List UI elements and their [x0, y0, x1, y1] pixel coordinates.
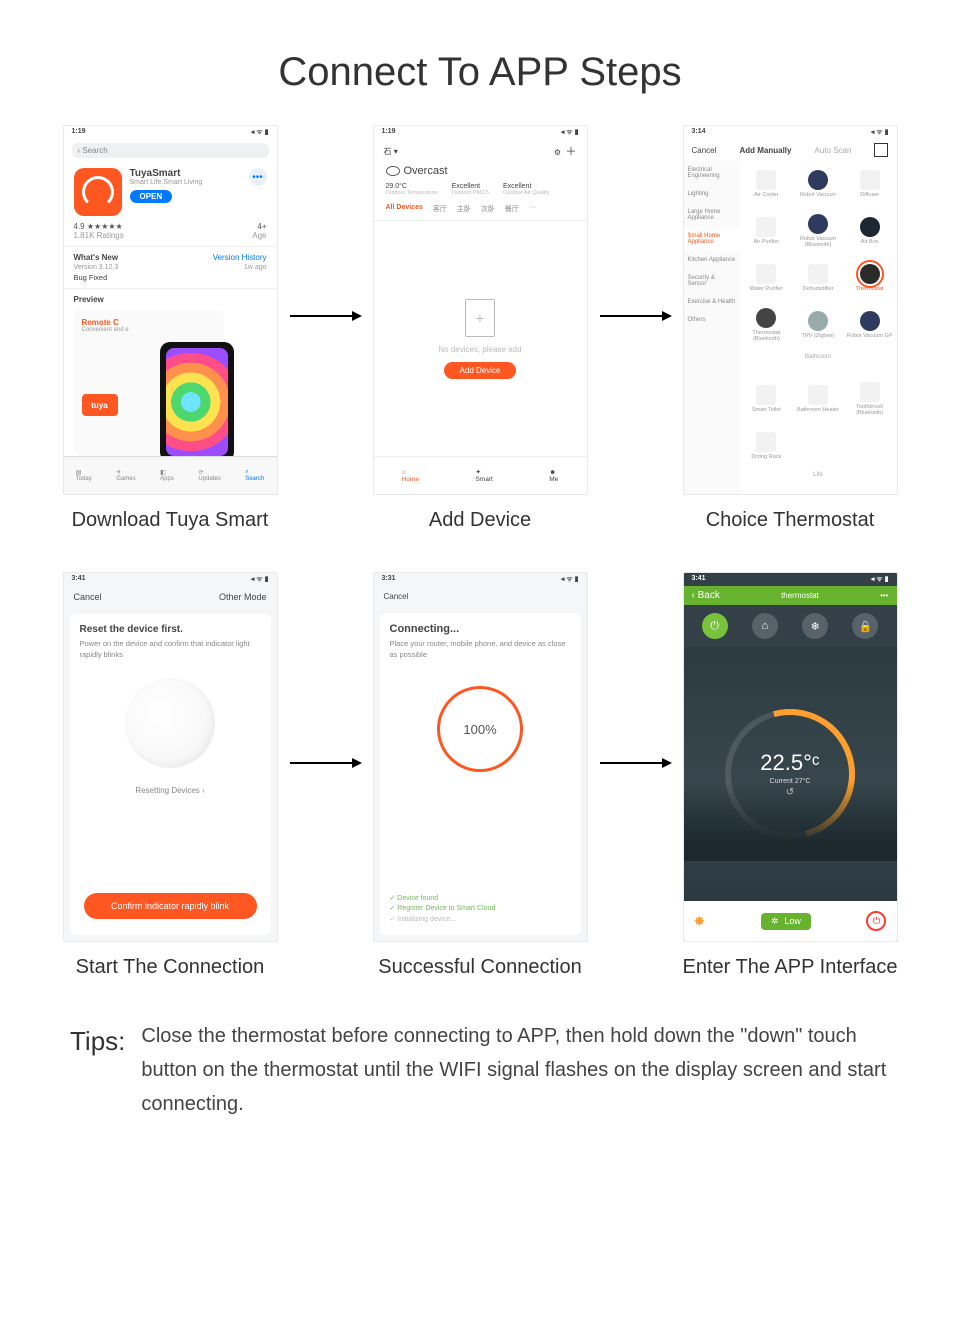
signal-icon: ◂ ᯤ ▮ — [251, 575, 269, 584]
caption: Enter The APP Interface — [683, 956, 898, 979]
back-button[interactable]: ‹ Back — [692, 590, 720, 601]
auto-scan-tab[interactable]: Auto Scan — [815, 146, 852, 155]
app-name: TuyaSmart — [130, 168, 203, 179]
caption: Successful Connection — [378, 956, 581, 979]
tuya-logo-icon: tuya — [82, 394, 118, 416]
power-toggle-icon[interactable]: ⏻ — [702, 613, 728, 639]
sun-icon[interactable]: ✸ — [694, 913, 706, 930]
sidebar-selected[interactable]: Small Home Appliance — [684, 227, 740, 251]
caption: Choice Thermostat — [706, 509, 875, 532]
more-button[interactable]: ••• — [249, 168, 267, 186]
cancel-link[interactable]: Cancel — [384, 592, 409, 601]
add-manually-tab[interactable]: Add Manually — [739, 146, 791, 155]
home-dropdown[interactable]: 石 ▾ — [384, 146, 398, 157]
signal-icon: ◂ ᯤ ▮ — [561, 128, 579, 137]
cancel-link[interactable]: Cancel — [692, 146, 717, 155]
appstore-tabbar: ▤Today ✈Games ◧Apps ⟳Updates ⌕Search — [64, 456, 277, 494]
step-successful-connection: 3:31◂ ᯤ ▮ Cancel Connecting... Place you… — [340, 572, 620, 979]
more-icon[interactable]: ••• — [880, 591, 888, 600]
screenshot-preview — [160, 342, 234, 456]
step-add-device: 1:19◂ ᯤ ▮ 石 ▾ ⚙ ＋ Overcast 29.0°COutdoor… — [340, 125, 620, 532]
reset-guide-link[interactable]: Resetting Devices › — [80, 786, 261, 795]
home-icon[interactable]: ⌂ — [752, 613, 778, 639]
cancel-link[interactable]: Cancel — [74, 592, 102, 602]
room-tabs[interactable]: All Devices客厅主卧次卧餐厅··· — [374, 198, 587, 221]
caption: Add Device — [429, 509, 531, 532]
thermostat-screen: 3:41◂ ᯤ ▮ ‹ Back thermostat ••• ⏻ ⌂ ❄ 🔒 … — [683, 572, 898, 942]
tuya-home-screen: 1:19◂ ᯤ ▮ 石 ▾ ⚙ ＋ Overcast 29.0°COutdoor… — [373, 125, 588, 495]
tab-smart[interactable]: ✦Smart — [475, 468, 492, 483]
device-title: thermostat — [781, 591, 819, 600]
tab-games[interactable]: ✈Games — [116, 469, 135, 482]
add-device-button[interactable]: Add Device — [444, 362, 517, 379]
step-download: 1:19◂ ᯤ ▮ ‹ Search TuyaSmart Smart Life.… — [30, 125, 310, 532]
reset-device-screen: 3:41◂ ᯤ ▮ Cancel Other Mode Reset the de… — [63, 572, 278, 942]
step-app-interface: 3:41◂ ᯤ ▮ ‹ Back thermostat ••• ⏻ ⌂ ❄ 🔒 … — [650, 572, 930, 979]
appstore-screen: 1:19◂ ᯤ ▮ ‹ Search TuyaSmart Smart Life.… — [63, 125, 278, 495]
tab-search[interactable]: ⌕Search — [245, 469, 264, 482]
preview-area: Remote C Convenient and e tuya — [64, 310, 277, 456]
arrow-icon — [600, 762, 670, 764]
thermostat-item[interactable]: Thermostat — [845, 257, 895, 299]
connecting-screen: 3:31◂ ᯤ ▮ Cancel Connecting... Place you… — [373, 572, 588, 942]
mode-icon[interactable]: ❄ — [802, 613, 828, 639]
choose-device-screen: 3:14◂ ᯤ ▮ Cancel Add Manually Auto Scan … — [683, 125, 898, 495]
page-title: Connect To APP Steps — [0, 50, 960, 95]
set-temperature: 22.5°ᶜ — [760, 750, 819, 776]
open-button[interactable]: OPEN — [130, 190, 173, 203]
tab-home[interactable]: ⌂Home — [402, 469, 419, 483]
version-history-link[interactable]: Version History — [213, 253, 267, 262]
cloud-icon — [386, 166, 400, 176]
tab-today[interactable]: ▤Today — [76, 469, 92, 482]
arrow-icon — [290, 315, 360, 317]
tab-me[interactable]: ☻Me — [549, 469, 558, 483]
arrow-icon — [600, 315, 670, 317]
mic-icon[interactable]: ⚙ — [554, 148, 561, 157]
step-choose-thermostat: 3:14◂ ᯤ ▮ Cancel Add Manually Auto Scan … — [650, 125, 930, 532]
confirm-button[interactable]: Confirm indicator rapidly blink — [84, 893, 257, 919]
empty-placeholder-icon — [465, 299, 495, 337]
signal-icon: ◂ ᯤ ▮ — [251, 128, 269, 137]
arrow-icon — [290, 762, 360, 764]
tips-label: Tips: — [70, 1019, 125, 1063]
category-sidebar: Electrical Engineering Lighting Large Ho… — [684, 161, 740, 494]
step-start-connection: 3:41◂ ᯤ ▮ Cancel Other Mode Reset the de… — [30, 572, 310, 979]
tab-updates[interactable]: ⟳Updates — [198, 469, 220, 482]
tuya-app-icon — [74, 168, 122, 216]
fan-speed-button[interactable]: ✲Low — [761, 913, 811, 930]
tab-apps[interactable]: ◧Apps — [160, 469, 174, 482]
device-icon — [125, 678, 215, 768]
back-search[interactable]: ‹ Search — [72, 143, 269, 158]
plus-icon[interactable]: ＋ — [566, 146, 577, 158]
other-mode-link[interactable]: Other Mode — [219, 592, 267, 602]
power-button[interactable]: ⏻ — [866, 911, 886, 931]
signal-icon: ◂ ᯤ ▮ — [871, 128, 889, 137]
scan-icon[interactable] — [874, 143, 888, 157]
caption: Start The Connection — [76, 956, 265, 979]
lock-icon[interactable]: 🔒 — [852, 613, 878, 639]
caption: Download Tuya Smart — [72, 509, 269, 532]
signal-icon: ◂ ᯤ ▮ — [561, 575, 579, 584]
tips-section: Tips: Close the thermostat before connec… — [0, 979, 960, 1121]
progress-ring: 100% — [437, 686, 523, 772]
signal-icon: ◂ ᯤ ▮ — [871, 575, 889, 584]
tips-body: Close the thermostat before connecting t… — [141, 1019, 890, 1121]
